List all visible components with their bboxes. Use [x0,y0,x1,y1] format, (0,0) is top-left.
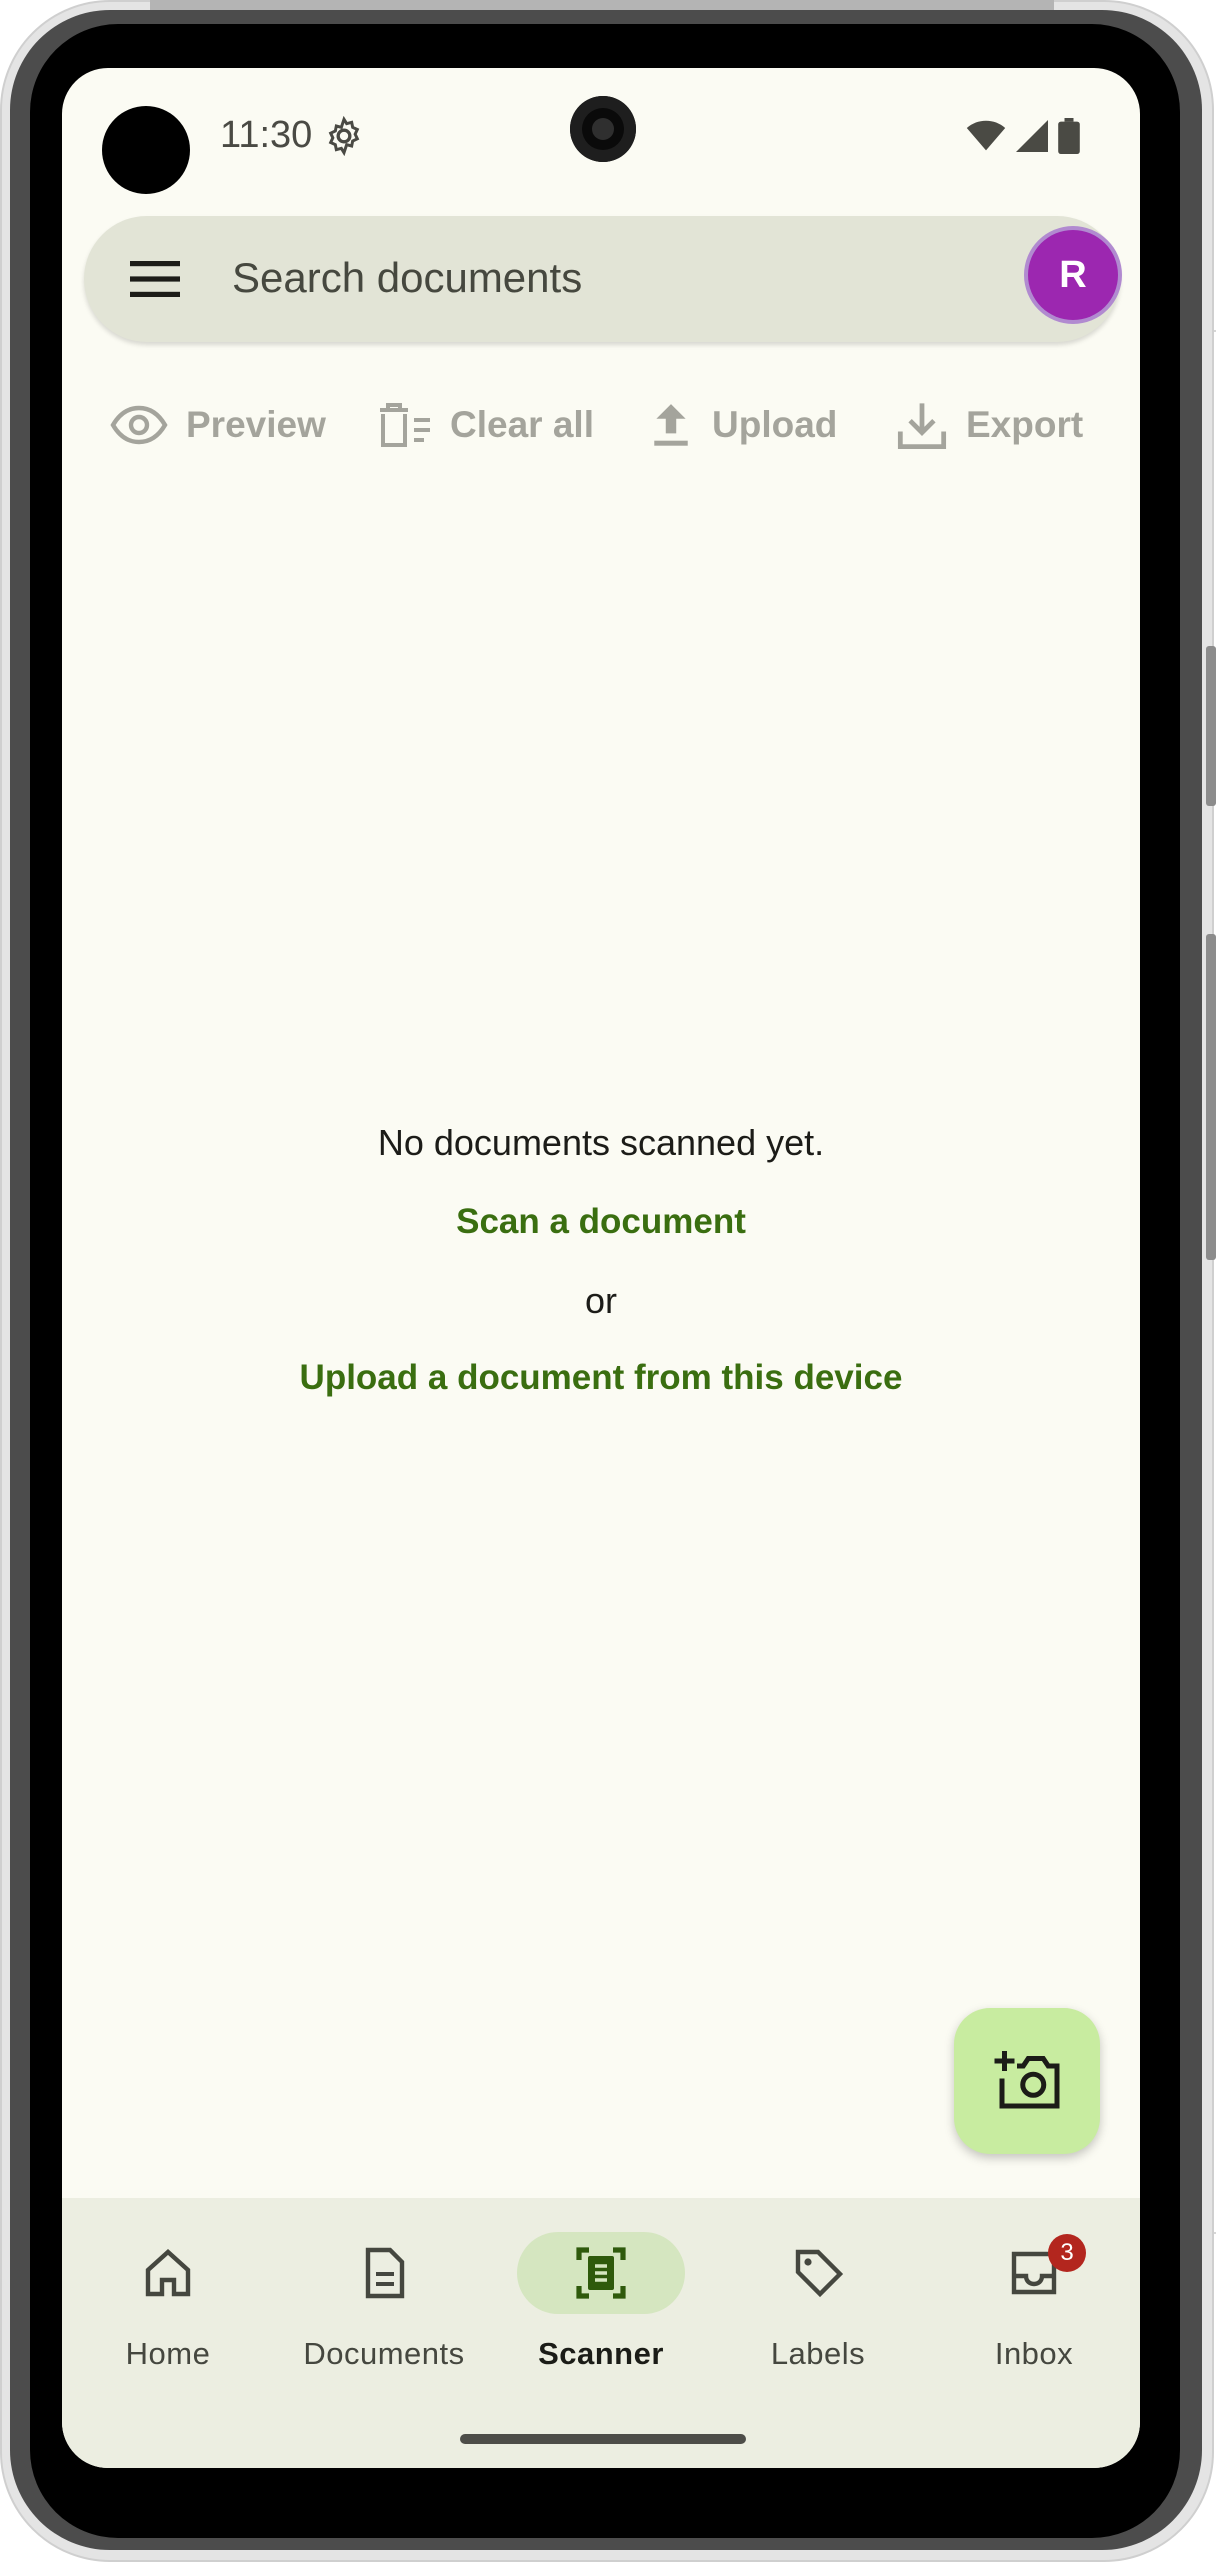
nav-item-inbox[interactable]: 3 Inbox [934,2232,1134,2392]
download-icon [897,403,947,450]
wifi-icon [966,120,1006,151]
upload-button[interactable]: Upload [648,390,837,460]
clear-all-icon [380,403,430,447]
nav-item-home[interactable]: Home [68,2232,268,2392]
nav-item-documents[interactable]: Documents [284,2232,484,2392]
status-clock: 11:30 [220,114,313,156]
nav-label: Inbox [994,2336,1074,2371]
nav-label: Scanner [538,2336,664,2371]
phone-screen: 11:30 Search documents R Preview Clear a… [62,68,1140,2468]
upload-icon [654,404,688,446]
add-camera-icon [994,2051,1060,2109]
upload-label: Upload [712,404,838,445]
menu-icon[interactable] [130,259,180,299]
scan-document-link[interactable]: Scan a document [62,1202,1140,1242]
status-icons [966,118,1080,154]
avatar[interactable]: R [1028,230,1118,320]
search-input[interactable]: Search documents [232,254,582,302]
label-icon [795,2249,844,2298]
scan-camera-fab[interactable] [954,2008,1100,2154]
eye-icon [110,405,168,445]
volume-button [1206,646,1216,806]
clear-all-label: Clear all [450,404,594,445]
signal-icon [1016,120,1048,152]
home-indicator[interactable] [460,2434,746,2444]
preview-label: Preview [186,404,326,445]
camera-cutout-left [102,106,190,194]
document-icon [365,2247,405,2299]
empty-state-message: No documents scanned yet. [377,1122,825,1163]
action-toolbar: Preview Clear all Upload Export [62,368,1140,488]
or-separator: or [584,1280,617,1321]
nav-item-scanner[interactable]: Scanner [501,2232,701,2392]
battery-icon [1058,118,1080,154]
nav-label: Home [125,2336,211,2371]
search-bar[interactable]: Search documents R [84,216,1120,342]
preview-button[interactable]: Preview [110,390,326,460]
inbox-badge: 3 [1048,2234,1086,2272]
scanner-icon [576,2247,626,2299]
upload-document-link[interactable]: Upload a document from this device [62,1358,1140,1398]
power-button [1206,934,1216,1260]
nav-item-labels[interactable]: Labels [718,2232,918,2392]
bottom-navigation: Home Documents Scanner Labels 3 Inbox [62,2198,1140,2468]
export-label: Export [966,404,1084,445]
settings-gear-icon [328,116,360,156]
front-camera [570,96,636,162]
home-icon [145,2249,191,2297]
clear-all-button[interactable]: Clear all [376,390,594,460]
nav-label: Documents [303,2336,465,2371]
nav-label: Labels [770,2336,866,2371]
export-button[interactable]: Export [896,390,1083,460]
